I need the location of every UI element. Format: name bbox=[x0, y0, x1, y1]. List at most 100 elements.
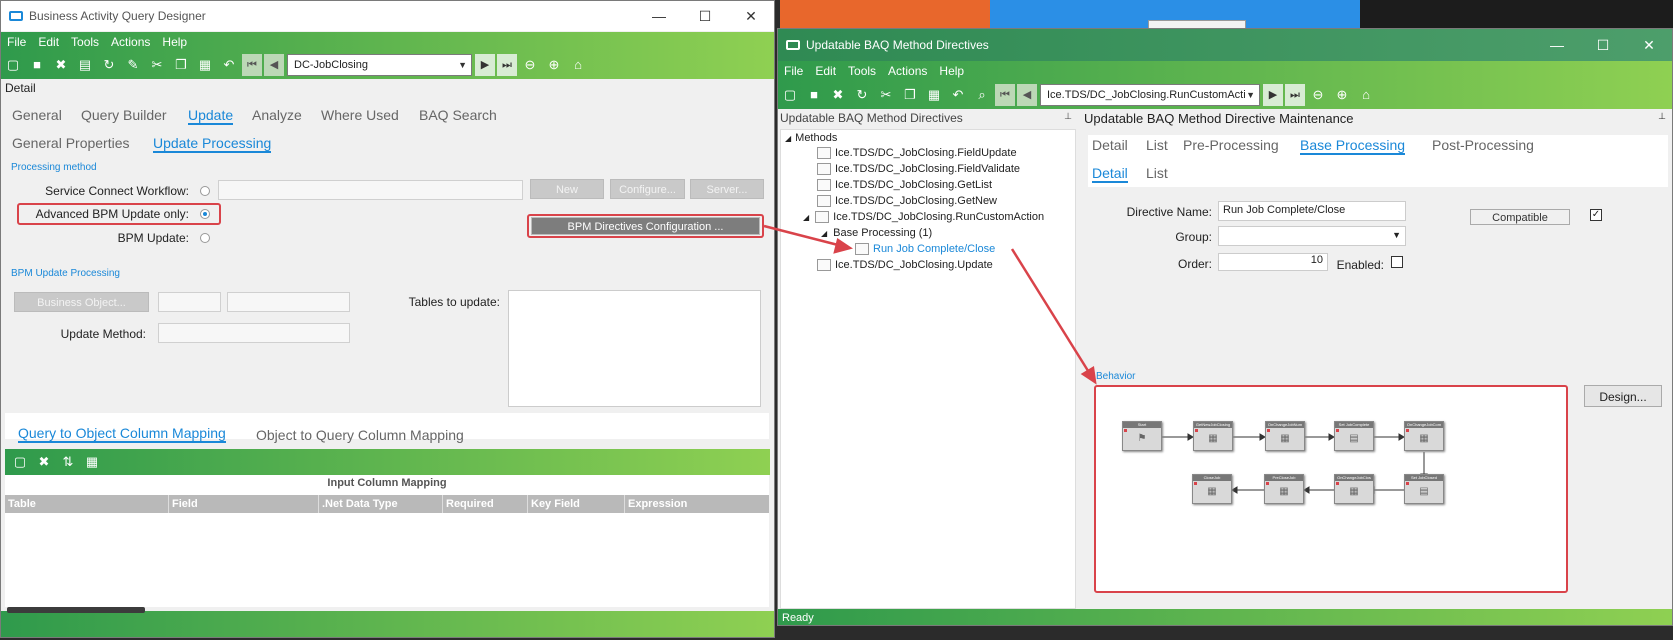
tree-item-base-processing[interactable]: ◢ Base Processing (1) bbox=[821, 227, 932, 239]
col-expression[interactable]: Expression bbox=[625, 495, 769, 513]
menu-edit[interactable]: Edit bbox=[38, 35, 59, 49]
save-icon-right[interactable]: ■ bbox=[805, 86, 823, 104]
refresh-icon[interactable]: ↻ bbox=[100, 56, 118, 74]
tree-item-runcustomaction[interactable]: ◢ Ice.TDS/DC_JobClosing.RunCustomAction bbox=[803, 211, 1044, 223]
flow-node-getnew[interactable]: GetNewJobClosing ▦ bbox=[1193, 421, 1233, 451]
configure-button[interactable]: Configure... bbox=[610, 179, 685, 199]
home-icon[interactable]: ⌂ bbox=[569, 56, 587, 74]
tab-baq-search[interactable]: BAQ Search bbox=[419, 107, 497, 123]
business-object-field[interactable] bbox=[158, 292, 221, 312]
enabled-checkbox[interactable] bbox=[1391, 256, 1403, 268]
delete-icon[interactable]: ✖ bbox=[52, 56, 70, 74]
back-icon[interactable]: ⊖ bbox=[521, 56, 539, 74]
tree-item-run-job-complete[interactable]: Run Job Complete/Close bbox=[855, 243, 995, 255]
last-record-icon[interactable]: ⏭ bbox=[497, 54, 517, 76]
menu-tools[interactable]: Tools bbox=[71, 35, 99, 49]
prev-record-icon-right[interactable]: ◀ bbox=[1017, 84, 1037, 106]
pin-icon[interactable]: ⊥ bbox=[1658, 111, 1666, 122]
cut-icon[interactable]: ✂ bbox=[148, 56, 166, 74]
search-icon-right[interactable]: ⌕ bbox=[973, 86, 991, 104]
tab-update-processing[interactable]: Update Processing bbox=[153, 135, 272, 153]
subtab-detail[interactable]: Detail bbox=[1092, 165, 1128, 183]
menu-actions[interactable]: Actions bbox=[111, 35, 150, 49]
last-record-icon-right[interactable]: ⏭ bbox=[1285, 84, 1305, 106]
sort-icon[interactable]: ⇅ bbox=[59, 453, 77, 471]
menu-help-right[interactable]: Help bbox=[939, 64, 964, 78]
new-button[interactable]: New bbox=[530, 179, 604, 199]
tree-item-fieldvalidate[interactable]: Ice.TDS/DC_JobClosing.FieldValidate bbox=[817, 163, 1020, 175]
flow-node-onchangejobcom[interactable]: OnChangeJobCom ▦ bbox=[1404, 421, 1444, 451]
col-net-data-type[interactable]: .Net Data Type bbox=[319, 495, 443, 513]
flow-node-closejob[interactable]: CloseJob ▦ bbox=[1192, 474, 1232, 504]
new-icon[interactable]: ▢ bbox=[4, 56, 22, 74]
forward-icon[interactable]: ⊕ bbox=[545, 56, 563, 74]
tree-item-update[interactable]: Ice.TDS/DC_JobClosing.Update bbox=[817, 259, 993, 271]
tab-list[interactable]: List bbox=[1146, 137, 1168, 153]
menu-help[interactable]: Help bbox=[162, 35, 187, 49]
menu-tools-right[interactable]: Tools bbox=[848, 64, 876, 78]
tab-analyze[interactable]: Analyze bbox=[252, 107, 302, 123]
col-field[interactable]: Field bbox=[169, 495, 319, 513]
close-button-right[interactable]: ✕ bbox=[1626, 29, 1672, 61]
next-record-icon[interactable]: ▶ bbox=[475, 54, 495, 76]
pin-icon[interactable]: ⊥ bbox=[1064, 111, 1072, 122]
bpm-directives-config-button[interactable]: BPM Directives Configuration ... bbox=[531, 217, 760, 235]
compatible-button[interactable]: Compatible bbox=[1470, 209, 1570, 225]
business-object-desc-field[interactable] bbox=[227, 292, 350, 312]
expand-icon[interactable]: ◢ bbox=[785, 134, 791, 143]
order-field[interactable]: 10 bbox=[1218, 253, 1328, 271]
group-select[interactable]: ▼ bbox=[1218, 226, 1406, 246]
server-button[interactable]: Server... bbox=[690, 179, 764, 199]
cut-icon-right[interactable]: ✂ bbox=[877, 86, 895, 104]
col-required[interactable]: Required bbox=[443, 495, 528, 513]
maximize-button-right[interactable]: ☐ bbox=[1580, 29, 1626, 61]
tables-to-update-list[interactable] bbox=[508, 290, 761, 407]
tab-general[interactable]: General bbox=[12, 107, 62, 123]
service-connect-radio[interactable] bbox=[200, 186, 210, 196]
undo-icon[interactable]: ↶ bbox=[220, 56, 238, 74]
col-table[interactable]: Table bbox=[5, 495, 169, 513]
forward-icon-right[interactable]: ⊕ bbox=[1333, 86, 1351, 104]
tab-update[interactable]: Update bbox=[188, 107, 234, 125]
compatible-checkbox[interactable]: ✓ bbox=[1590, 209, 1602, 221]
minimize-button-right[interactable]: — bbox=[1534, 29, 1580, 61]
flow-node-setjobcomplete[interactable]: Set JobComplete ▤ bbox=[1334, 421, 1374, 451]
update-method-field[interactable] bbox=[158, 323, 350, 343]
flow-node-setjobclosed[interactable]: Set JobClosed ▤ bbox=[1404, 474, 1444, 504]
tree-item-getlist[interactable]: Ice.TDS/DC_JobClosing.GetList bbox=[817, 179, 992, 191]
flow-node-start[interactable]: Start ⚑ bbox=[1122, 421, 1162, 451]
refresh-icon-right[interactable]: ↻ bbox=[853, 86, 871, 104]
close-button[interactable]: ✕ bbox=[728, 1, 774, 31]
copy-icon-right[interactable]: ❐ bbox=[901, 86, 919, 104]
new-icon-right[interactable]: ▢ bbox=[781, 86, 799, 104]
paste-icon-right[interactable]: ▦ bbox=[925, 86, 943, 104]
tab-object-to-query[interactable]: Object to Query Column Mapping bbox=[256, 427, 464, 443]
menu-actions-right[interactable]: Actions bbox=[888, 64, 927, 78]
tab-base-processing[interactable]: Base Processing bbox=[1300, 137, 1406, 155]
menu-file-right[interactable]: File bbox=[784, 64, 803, 78]
first-record-icon-right[interactable]: ⏮ bbox=[995, 84, 1015, 106]
attachment-icon[interactable]: ▤ bbox=[76, 56, 94, 74]
expand-icon[interactable]: ◢ bbox=[803, 213, 809, 222]
business-object-button[interactable]: Business Object... bbox=[14, 292, 149, 312]
expand-icon[interactable]: ◢ bbox=[821, 229, 827, 238]
col-key-field[interactable]: Key Field bbox=[528, 495, 625, 513]
clear-icon[interactable]: ✎ bbox=[124, 56, 142, 74]
method-selector[interactable]: Ice.TDS/DC_JobClosing.RunCustomActi ▼ bbox=[1040, 84, 1260, 106]
workflow-field[interactable] bbox=[218, 180, 523, 200]
prev-record-icon[interactable]: ◀ bbox=[264, 54, 284, 76]
grid-layout-icon[interactable]: ▦ bbox=[83, 453, 101, 471]
tab-detail[interactable]: Detail bbox=[1092, 137, 1128, 153]
grid-new-icon[interactable]: ▢ bbox=[11, 453, 29, 471]
first-record-icon[interactable]: ⏮ bbox=[242, 54, 262, 76]
tree-item-getnew[interactable]: Ice.TDS/DC_JobClosing.GetNew bbox=[817, 195, 997, 207]
copy-icon[interactable]: ❐ bbox=[172, 56, 190, 74]
subtab-list[interactable]: List bbox=[1146, 165, 1168, 181]
paste-icon[interactable]: ▦ bbox=[196, 56, 214, 74]
menu-edit-right[interactable]: Edit bbox=[815, 64, 836, 78]
save-icon[interactable]: ■ bbox=[28, 56, 46, 74]
home-icon-right[interactable]: ⌂ bbox=[1357, 86, 1375, 104]
delete-icon-right[interactable]: ✖ bbox=[829, 86, 847, 104]
grid-delete-icon[interactable]: ✖ bbox=[35, 453, 53, 471]
minimize-button[interactable]: — bbox=[636, 1, 682, 31]
